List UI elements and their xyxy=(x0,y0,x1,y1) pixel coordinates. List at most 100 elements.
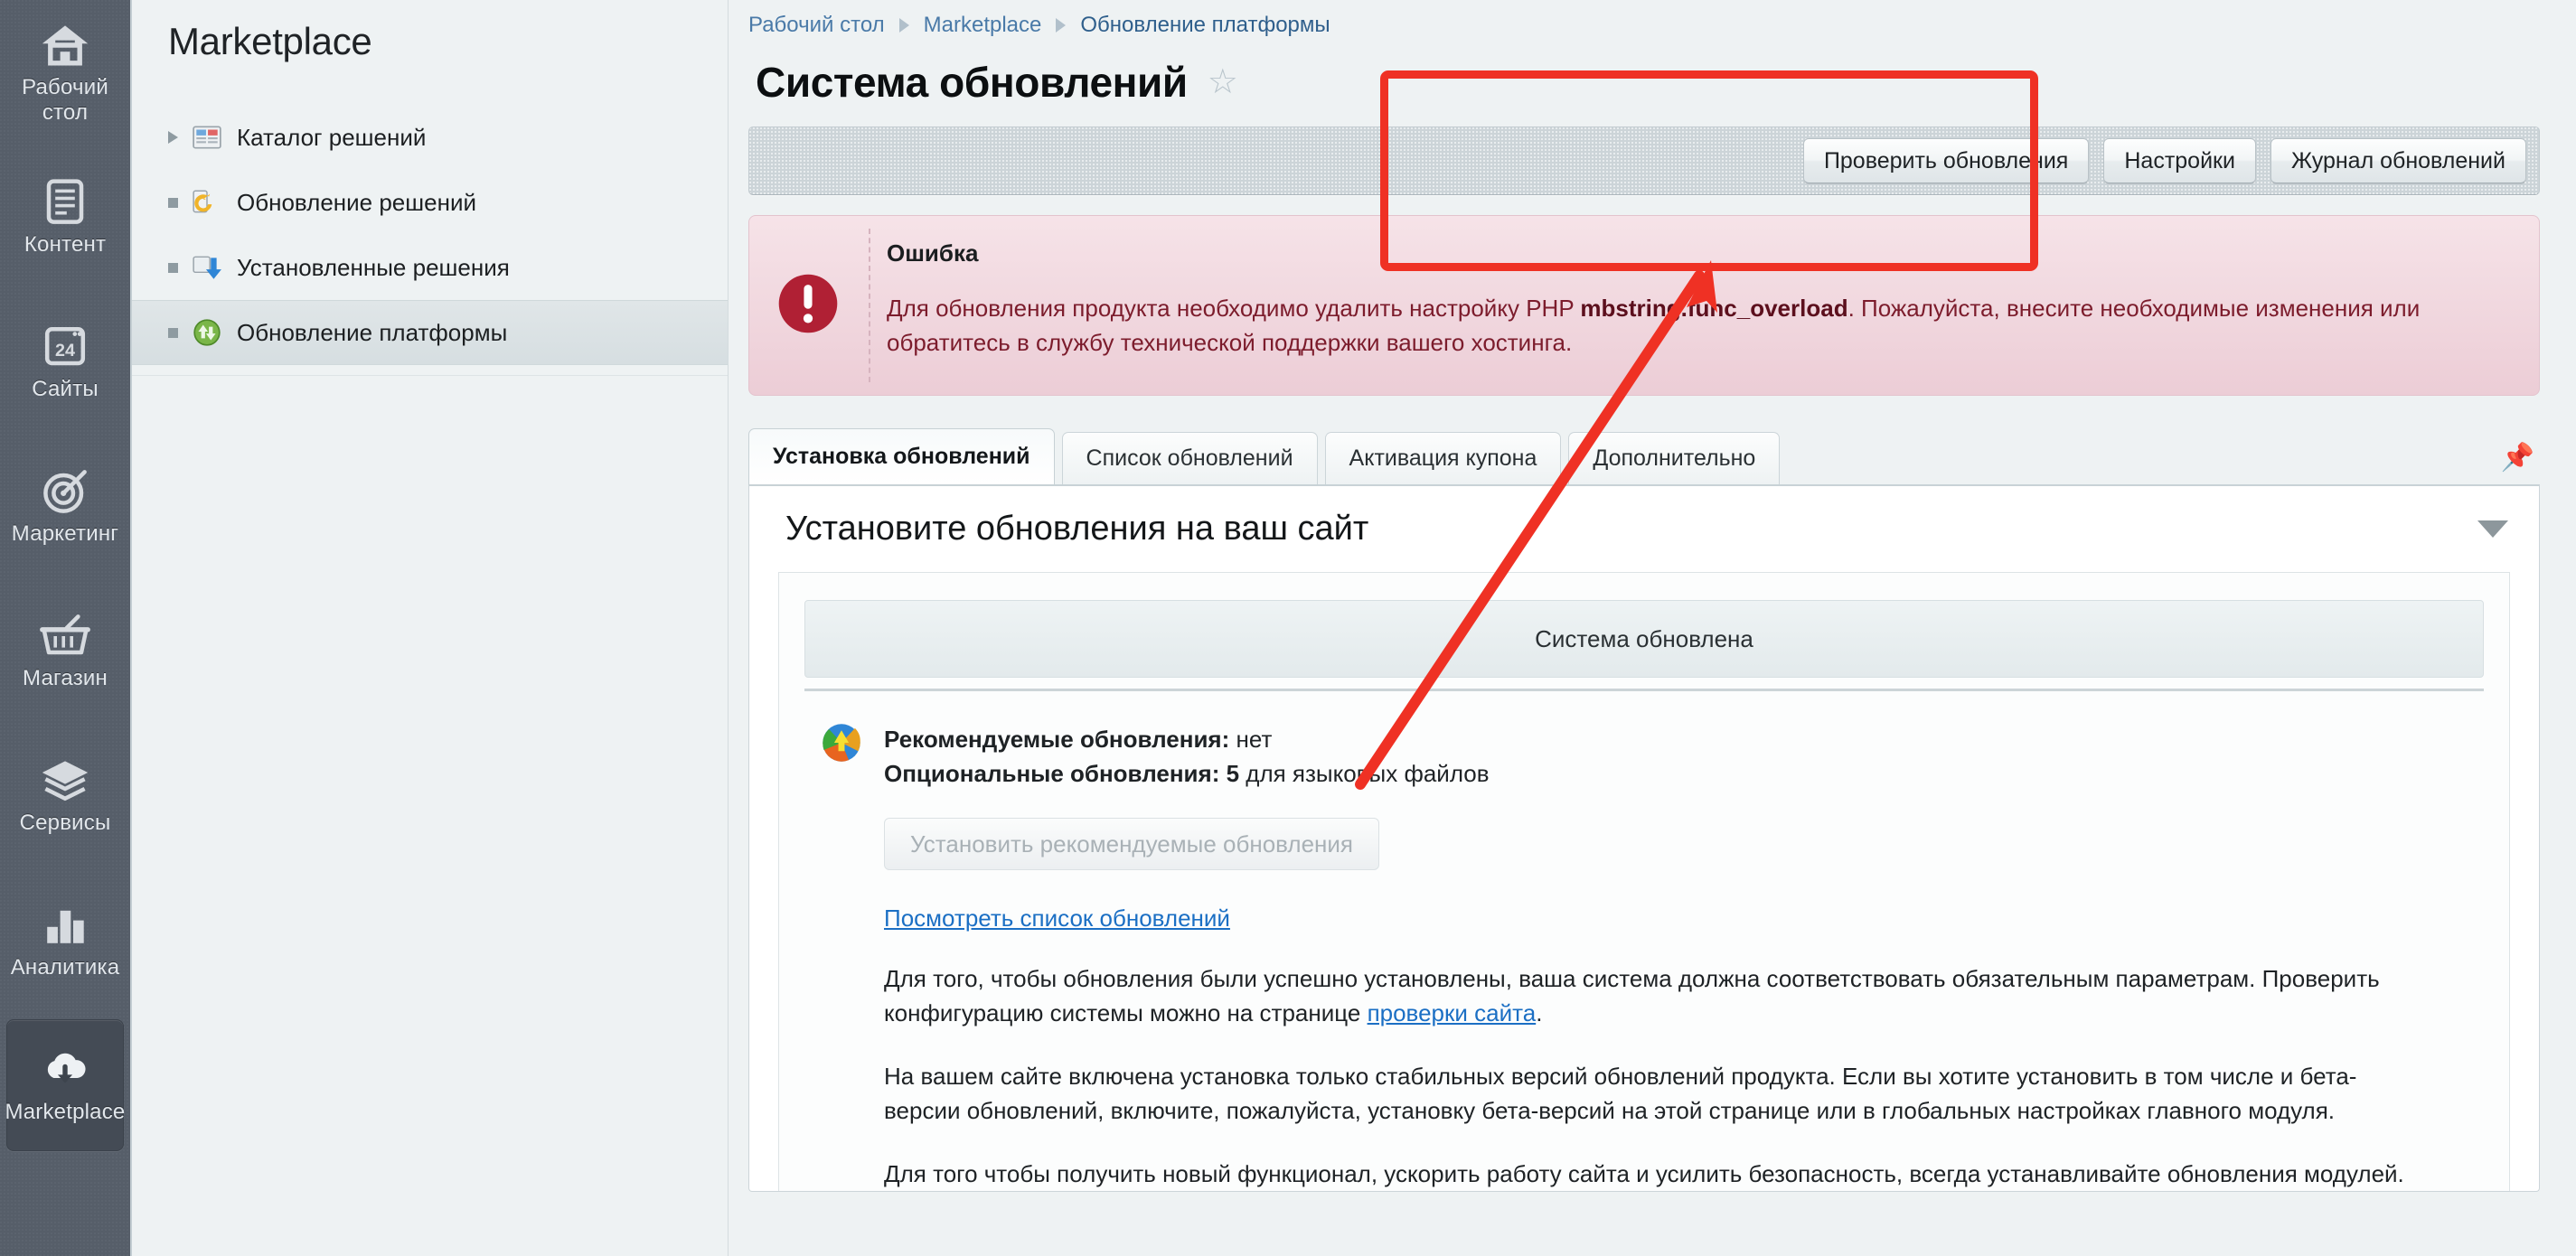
optional-updates-line: Опциональные обновления: 5 для языковых … xyxy=(884,756,1490,791)
optional-suffix: для языковых файлов xyxy=(1239,760,1490,787)
settings-button[interactable]: Настройки xyxy=(2103,138,2256,183)
breadcrumb-separator-icon xyxy=(1056,18,1067,33)
error-heading: Ошибка xyxy=(887,239,979,267)
recommended-updates-line: Рекомендуемые обновления: нет xyxy=(884,722,1490,756)
app-root: Рабочий стол Контент 24 Сайты Маркетинг … xyxy=(0,0,2576,1256)
paragraph-1-text-a: Для того, чтобы обновления были успешно … xyxy=(884,965,2380,1026)
panel-paragraph-3: Для того чтобы получить новый функционал… xyxy=(884,1160,2404,1187)
sidebar-item-label: Установленные решения xyxy=(237,253,510,281)
breadcrumb-item[interactable]: Обновление платформы xyxy=(1080,13,1330,38)
sidebar-item-label: Обновление решений xyxy=(237,188,476,216)
rail-item-label: Маркетинг xyxy=(11,521,119,546)
caret-down-icon[interactable] xyxy=(2477,520,2508,538)
recommended-value: нет xyxy=(1229,726,1273,753)
rail-item-label: Сервисы xyxy=(19,811,111,835)
bullet-square-icon xyxy=(168,327,192,338)
sidebar-menu: Каталог решений Обновление решений Устан… xyxy=(132,105,728,365)
primary-nav-rail: Рабочий стол Контент 24 Сайты Маркетинг … xyxy=(0,0,132,1256)
rail-item-marketplace[interactable]: Marketplace xyxy=(5,1019,126,1151)
home-icon xyxy=(42,25,89,66)
rail-item-content[interactable]: Контент xyxy=(6,152,124,284)
rail-item-label: Marketplace xyxy=(5,1100,126,1124)
rail-item-sites[interactable]: 24 Сайты xyxy=(6,296,124,428)
tab-install-updates[interactable]: Установка обновлений xyxy=(748,428,1055,484)
document-icon xyxy=(46,179,84,224)
rail-item-shop[interactable]: Магазин xyxy=(6,586,124,717)
rail-item-marketing[interactable]: Маркетинг xyxy=(6,441,124,573)
rail-item-label: Контент xyxy=(24,232,107,257)
status-badge: Система обновлена xyxy=(804,600,2484,678)
target-icon xyxy=(43,470,87,513)
sidebar-item-installed-solutions[interactable]: Установленные решения xyxy=(132,235,728,300)
bullet-square-icon xyxy=(168,262,192,273)
optional-label: Опциональные обновления: xyxy=(884,760,1220,787)
error-text-code: mbstring.func_overload xyxy=(1580,295,1848,322)
page-title-row: Система обновлений ☆ xyxy=(748,38,2540,107)
error-body: Ошибка Для обновления продукта необходим… xyxy=(867,239,2508,360)
expand-triangle-icon[interactable] xyxy=(168,131,192,144)
panel-paragraph-1: Для того, чтобы обновления были успешно … xyxy=(884,961,2421,1030)
sidebar-item-update-solutions[interactable]: Обновление решений xyxy=(132,170,728,235)
breadcrumb: Рабочий стол Marketplace Обновление плат… xyxy=(748,0,2540,38)
tab-updates-list[interactable]: Список обновлений xyxy=(1061,432,1318,484)
sidebar-divider xyxy=(132,375,728,376)
layers-icon xyxy=(42,761,89,801)
rail-item-analytics[interactable]: Аналитика xyxy=(6,875,124,1007)
install-recommended-updates-button[interactable]: Установить рекомендуемые обновления xyxy=(884,818,1379,870)
star-outline-icon[interactable]: ☆ xyxy=(1208,65,1238,99)
sidebar-item-catalog[interactable]: Каталог решений xyxy=(132,105,728,170)
sidebar-item-label: Каталог решений xyxy=(237,123,427,151)
page-title: Система обновлений xyxy=(756,59,1188,106)
sidebar-item-platform-update[interactable]: Обновление платформы xyxy=(132,300,728,365)
view-updates-list-link[interactable]: Посмотреть список обновлений xyxy=(884,905,1230,932)
update-log-button[interactable]: Журнал обновлений xyxy=(2270,138,2526,183)
panel-header: Установите обновления на ваш сайт xyxy=(749,486,2539,572)
installed-solutions-icon xyxy=(193,256,221,279)
sidebar-item-label: Обновление платформы xyxy=(237,318,508,346)
panel-inner: Система обновлена Рекомендуемые обновлен… xyxy=(778,572,2510,1191)
check-updates-button[interactable]: Проверить обновления xyxy=(1802,138,2090,183)
tab-bar: Установка обновлений Список обновлений А… xyxy=(748,428,2540,484)
error-text-before: Для обновления продукта необходимо удали… xyxy=(887,295,1581,322)
cloud-download-icon xyxy=(47,1053,86,1083)
error-circle-icon xyxy=(778,274,838,333)
rail-item-label: Рабочий стол xyxy=(22,75,108,125)
bullet-square-icon xyxy=(168,197,192,208)
breadcrumb-item[interactable]: Рабочий стол xyxy=(748,13,885,38)
svg-text:24: 24 xyxy=(55,341,75,361)
recommended-label: Рекомендуемые обновления: xyxy=(884,726,1230,753)
error-dashed-divider xyxy=(869,229,870,382)
rail-item-label: Магазин xyxy=(23,666,108,690)
rail-item-label: Аналитика xyxy=(10,955,120,979)
error-banner: Ошибка Для обновления продукта необходим… xyxy=(748,215,2540,396)
tab-additional[interactable]: Дополнительно xyxy=(1568,432,1781,484)
rail-item-desktop[interactable]: Рабочий стол xyxy=(6,7,124,139)
main-content: Рабочий стол Marketplace Обновление плат… xyxy=(729,0,2576,1256)
update-summary-row: Рекомендуемые обновления: нет Опциональн… xyxy=(779,691,2509,791)
panel-heading: Установите обновления на ваш сайт xyxy=(785,510,1369,548)
bar-chart-icon xyxy=(47,910,84,943)
error-icon-wrap xyxy=(749,239,867,368)
site-check-link[interactable]: проверки сайта xyxy=(1368,999,1537,1026)
optional-count: 5 xyxy=(1219,760,1240,787)
rail-item-services[interactable]: Сервисы xyxy=(6,730,124,862)
pin-icon[interactable]: 📌 xyxy=(2501,442,2534,473)
catalog-icon xyxy=(193,126,221,149)
secondary-sidebar: Marketplace Каталог решений Обновление р… xyxy=(132,0,729,1256)
update-sphere-icon xyxy=(823,724,860,762)
sites-24-icon: 24 xyxy=(44,326,86,366)
updates-panel: Установите обновления на ваш сайт Систем… xyxy=(748,484,2540,1192)
view-updates-list-row: Посмотреть список обновлений xyxy=(884,905,2509,933)
action-toolbar: Проверить обновления Настройки Журнал об… xyxy=(748,127,2540,195)
platform-update-icon xyxy=(193,319,221,346)
error-text: Для обновления продукта необходимо удали… xyxy=(887,291,2508,360)
update-summary-text: Рекомендуемые обновления: нет Опциональн… xyxy=(884,722,1490,791)
breadcrumb-item[interactable]: Marketplace xyxy=(924,13,1042,38)
refresh-solutions-icon xyxy=(193,190,212,213)
basket-icon xyxy=(40,614,90,655)
panel-paragraph-2: На вашем сайте включена установка только… xyxy=(884,1063,2357,1124)
tab-coupon-activation[interactable]: Активация купона xyxy=(1324,432,1562,484)
breadcrumb-separator-icon xyxy=(898,18,909,33)
paragraph-1-text-b: . xyxy=(1536,999,1543,1026)
sidebar-title: Marketplace xyxy=(168,20,372,62)
